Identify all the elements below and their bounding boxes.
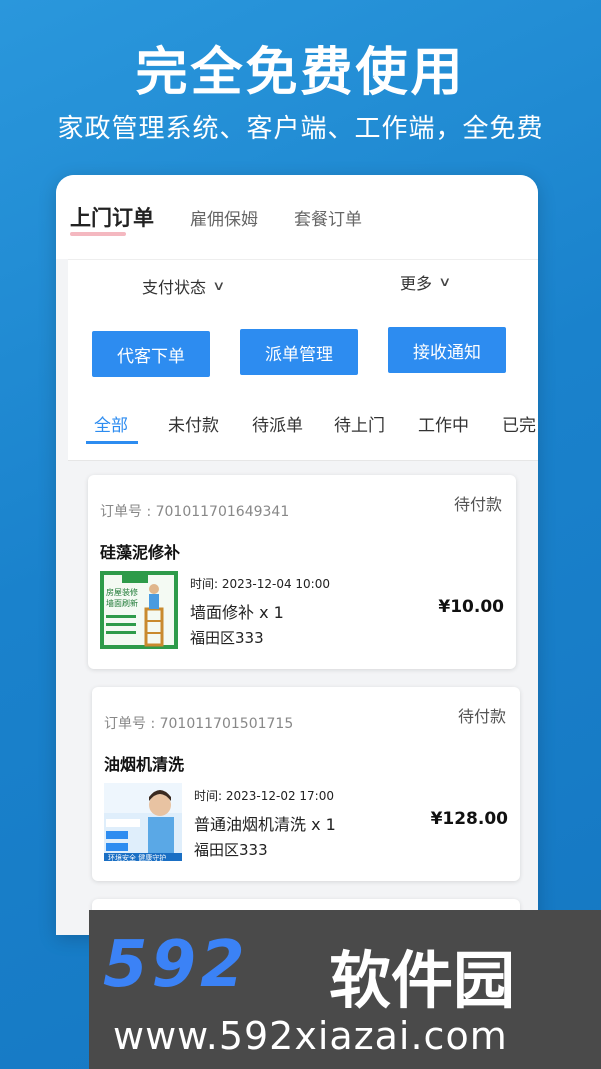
active-tab-indicator xyxy=(86,441,138,444)
more-filter[interactable]: 更多 ∨ xyxy=(400,270,452,294)
promo-title: 完全免费使用 xyxy=(135,43,466,103)
tab-hire-nanny[interactable]: 雇佣保姆 xyxy=(190,205,258,230)
chevron-down-icon: ∨ xyxy=(438,274,452,290)
order-list: 订单号 : 701011701649341 待付款 硅藻泥修补 房屋装修 墙面刷… xyxy=(68,461,538,935)
order-title: 油烟机清洗 xyxy=(104,755,185,774)
order-number: 订单号 : 701011701501715 xyxy=(104,716,294,732)
order-time: 时间: 2023-12-02 17:00 xyxy=(194,789,334,803)
order-status: 待付款 xyxy=(457,707,506,726)
order-title: 硅藻泥修补 xyxy=(100,543,181,562)
more-label: 更多 xyxy=(400,274,433,293)
order-number: 订单号 : 701011701649341 xyxy=(100,504,290,520)
order-card[interactable]: 订单号 : 701011701649341 待付款 硅藻泥修补 房屋装修 墙面刷… xyxy=(88,475,516,669)
status-tab-unpaid[interactable]: 未付款 xyxy=(168,411,219,436)
order-card[interactable]: 订单号 : 701011701501715 待付款 油烟机清洗 环境安全 健康守… xyxy=(92,687,520,881)
tab-home-orders[interactable]: 上门订单 xyxy=(70,202,154,236)
watermark-url: www.592xiazai.com xyxy=(113,1014,508,1058)
watermark-banner: 592 软件园 www.592xiazai.com xyxy=(89,910,601,1069)
thumb-text-2: 墙面刷新 xyxy=(106,598,138,608)
watermark-brand: 软件园 xyxy=(329,944,516,1017)
status-tab-pending-visit[interactable]: 待上门 xyxy=(334,411,385,436)
order-address: 福田区333 xyxy=(194,841,268,859)
promo-subtitle: 家政管理系统、客户端、工作端，全免费 xyxy=(57,114,544,144)
tab-package-orders[interactable]: 套餐订单 xyxy=(294,205,362,230)
thumb-text-1: 环境安全 健康守护 xyxy=(108,853,166,861)
thumb-text-1: 房屋装修 xyxy=(106,587,138,597)
order-status: 待付款 xyxy=(453,495,502,514)
order-time: 时间: 2023-12-04 10:00 xyxy=(190,577,330,591)
top-tab-bar: 上门订单 雇佣保姆 套餐订单 xyxy=(56,175,538,259)
order-price: ¥10.00 xyxy=(438,597,504,617)
pay-status-filter[interactable]: 支付状态 ∨ xyxy=(142,274,226,298)
notify-button[interactable]: 接收通知 xyxy=(388,327,506,373)
order-item: 普通油烟机清洗 x 1 xyxy=(194,815,336,834)
status-tab-all[interactable]: 全部 xyxy=(94,411,128,436)
phone-screen: 上门订单 雇佣保姆 套餐订单 支付状态 ∨ 更多 ∨ 代客下单 派单管理 接收通… xyxy=(56,175,538,935)
status-tab-bar: 全部 未付款 待派单 待上门 工作中 已完 xyxy=(68,405,538,461)
order-price: ¥128.00 xyxy=(430,809,508,829)
order-item: 墙面修补 x 1 xyxy=(190,603,284,622)
watermark-logo: 592 xyxy=(103,928,249,1002)
place-order-button[interactable]: 代客下单 xyxy=(92,331,210,377)
filter-bar: 支付状态 ∨ 更多 ∨ xyxy=(68,259,538,311)
status-tab-completed[interactable]: 已完 xyxy=(502,411,536,436)
action-bar: 代客下单 派单管理 接收通知 xyxy=(68,311,538,405)
status-tab-pending-dispatch[interactable]: 待派单 xyxy=(252,411,303,436)
service-thumbnail: 房屋装修 墙面刷新 xyxy=(100,571,178,649)
order-address: 福田区333 xyxy=(190,629,264,647)
chevron-down-icon: ∨ xyxy=(212,278,226,294)
pay-status-label: 支付状态 xyxy=(142,278,207,297)
service-thumbnail: 环境安全 健康守护 xyxy=(104,783,182,861)
status-tab-working[interactable]: 工作中 xyxy=(418,411,469,436)
dispatch-button[interactable]: 派单管理 xyxy=(240,329,358,375)
